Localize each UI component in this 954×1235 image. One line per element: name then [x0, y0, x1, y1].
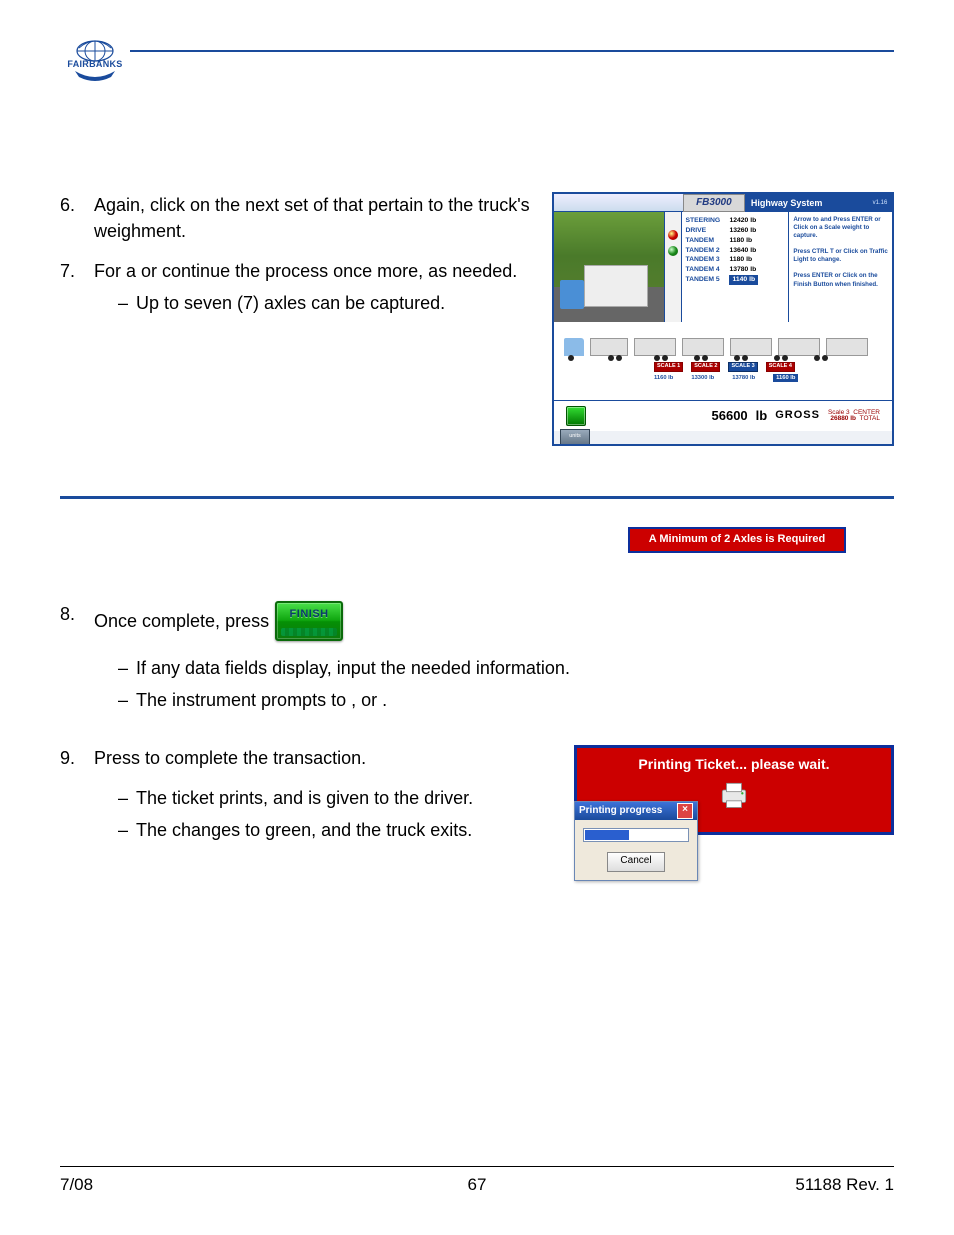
axle-warning-banner: A Minimum of 2 Axles is Required [628, 527, 846, 553]
finish-indicator-button[interactable] [566, 406, 586, 426]
page-footer: 7/08 67 51188 Rev. 1 [60, 1158, 894, 1195]
printing-progress-dialog: Printing progress × Cancel [574, 801, 698, 881]
step-9: 9. Press to complete the transaction. Th… [60, 745, 554, 849]
row-steps-6-7: 6. Again, click on the next set of that … [60, 192, 894, 446]
cancel-button[interactable]: Cancel [607, 852, 665, 872]
hints-panel: Arrow to and Press ENTER or Click on a S… [789, 212, 892, 322]
app-version: v1.16 [868, 194, 892, 212]
step-7-sub: Up to seven (7) axles can be captured. [118, 290, 532, 316]
row-step-9: 9. Press to complete the transaction. Th… [60, 745, 894, 863]
page: FAIRBANKS 6. Again, click on the next se… [0, 0, 954, 1235]
printer-icon [717, 780, 751, 810]
footer-date: 7/08 [60, 1175, 338, 1195]
close-icon[interactable]: × [677, 803, 693, 819]
traffic-light[interactable] [665, 212, 682, 322]
logo-ribbon-icon [73, 69, 117, 81]
step-8: 8. Once complete, press FINISH If any da… [60, 601, 894, 719]
printing-banner-text: Printing Ticket... please wait. [638, 754, 829, 774]
truck-photo [554, 212, 665, 322]
footer-doc: 51188 Rev. 1 [616, 1175, 894, 1195]
finish-button[interactable]: FINISH [275, 601, 343, 641]
step-7: 7. For a or continue the process once mo… [60, 258, 532, 322]
truck-schematic: SCALE 1 SCALE 2 SCALE 3 SCALE 4 1160 lb … [554, 322, 892, 400]
green-light-icon [668, 246, 678, 256]
gross-row: 56600 lb GROSS Scale 3 CENTER 26880 lb T… [554, 400, 892, 431]
fairbanks-logo: FAIRBANKS [60, 36, 130, 81]
section-rule [60, 496, 894, 499]
weight-readout: STEERING12420 lb DRIVE13260 lb TANDEM118… [682, 212, 789, 322]
footer-page: 67 [338, 1175, 616, 1195]
app-title: Highway System [745, 194, 868, 212]
app-logo: FB3000 [683, 194, 745, 212]
step-6: 6. Again, click on the next set of that … [60, 192, 532, 244]
content: 6. Again, click on the next set of that … [60, 192, 894, 863]
units-row: units [554, 431, 892, 446]
dialog-title: Printing progress [579, 804, 662, 819]
red-light-icon [668, 230, 678, 240]
header-rule [130, 50, 894, 52]
logo-text: FAIRBANKS [60, 59, 130, 69]
fb3000-screenshot: FB3000 Highway System v1.16 ST [552, 192, 894, 446]
progress-bar [583, 828, 689, 842]
units-button[interactable]: units [560, 429, 590, 445]
